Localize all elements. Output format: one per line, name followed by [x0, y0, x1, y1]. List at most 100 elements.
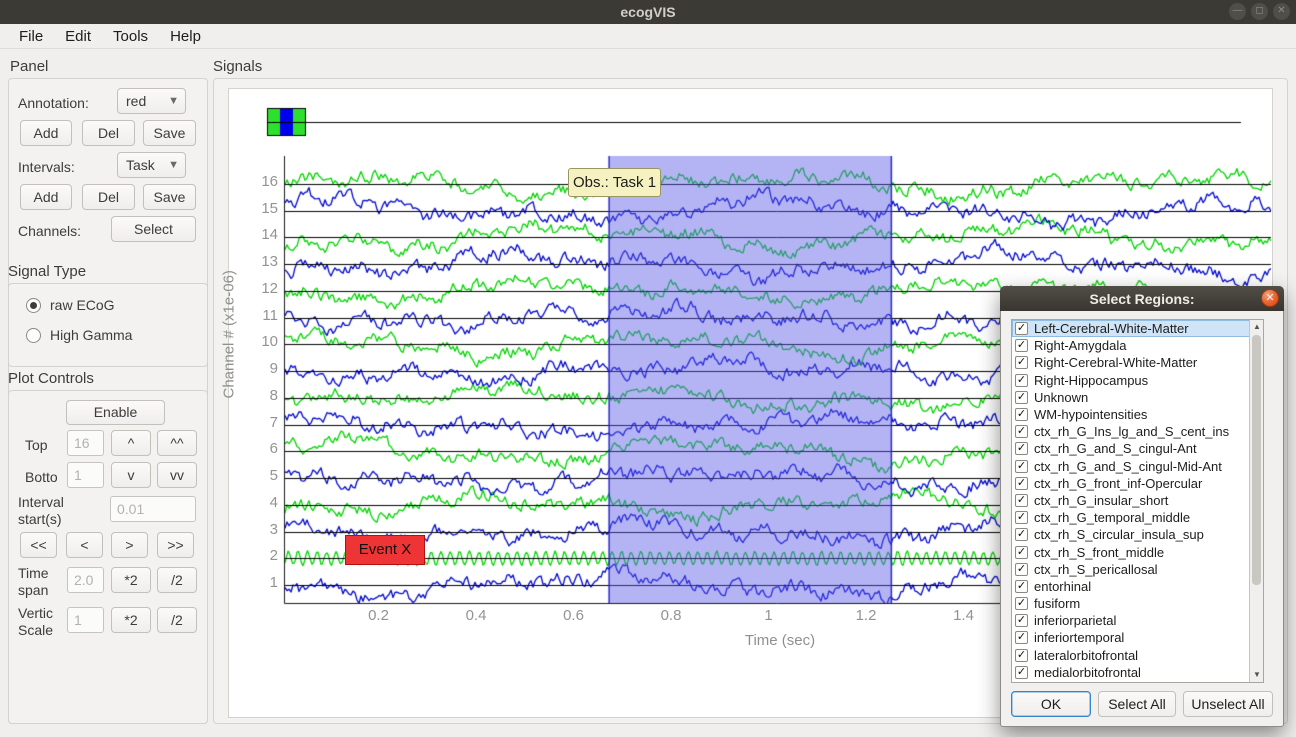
intervals-save-button[interactable]: Save — [143, 184, 196, 210]
time-mul2-button[interactable]: *2 — [111, 567, 151, 593]
region-item[interactable]: ✓Right-Cerebral-White-Matter — [1012, 354, 1263, 371]
dialog-close-icon[interactable]: ✕ — [1261, 289, 1279, 307]
signal-type-caption: Signal Type — [8, 263, 86, 280]
radio-high-gamma[interactable]: High Gamma — [26, 327, 132, 344]
bottom-label: Botto — [25, 469, 58, 486]
region-item[interactable]: ✓medialorbitofrontal — [1012, 664, 1263, 681]
scale-div2-button[interactable]: /2 — [157, 607, 197, 633]
checkbox-icon[interactable]: ✓ — [1015, 563, 1028, 576]
checkbox-icon[interactable]: ✓ — [1015, 511, 1028, 524]
dialog-titlebar[interactable]: Select Regions: ✕ — [1000, 286, 1284, 311]
channel-tick-8: 8 — [240, 387, 278, 404]
channel-tick-14: 14 — [240, 226, 278, 243]
menu-item-help[interactable]: Help — [161, 26, 210, 47]
time-div2-button[interactable]: /2 — [157, 567, 197, 593]
checkbox-icon[interactable]: ✓ — [1015, 477, 1028, 490]
checkbox-icon[interactable]: ✓ — [1015, 649, 1028, 662]
channel-upup-button[interactable]: ^^ — [157, 430, 197, 456]
region-item[interactable]: ✓ctx_rh_S_pericallosal — [1012, 561, 1263, 578]
checkbox-icon[interactable]: ✓ — [1015, 580, 1028, 593]
region-item[interactable]: ✓ctx_rh_G_and_S_cingul-Mid-Ant — [1012, 458, 1263, 475]
checkbox-icon[interactable]: ✓ — [1015, 528, 1028, 541]
event-annotation[interactable]: Event X — [345, 535, 425, 565]
channel-up-button[interactable]: ^ — [111, 430, 151, 456]
region-item[interactable]: ✓Right-Hippocampus — [1012, 372, 1263, 389]
step-back-button[interactable]: < — [66, 532, 103, 558]
region-item[interactable]: ✓inferiorparietal — [1012, 612, 1263, 629]
vertical-scale-field[interactable]: 1 — [67, 607, 104, 633]
checkbox-icon[interactable]: ✓ — [1015, 460, 1028, 473]
channel-tick-13: 13 — [240, 253, 278, 270]
annotation-save-button[interactable]: Save — [143, 120, 196, 146]
step-forward-button[interactable]: > — [111, 532, 148, 558]
intervals-del-button[interactable]: Del — [82, 184, 135, 210]
page-forward-button[interactable]: >> — [157, 532, 194, 558]
channels-select-button[interactable]: Select — [111, 216, 196, 242]
intervals-add-button[interactable]: Add — [20, 184, 72, 210]
region-item[interactable]: ✓WM-hypointensities — [1012, 406, 1263, 423]
interval-start-field[interactable]: 0.01 — [110, 496, 196, 522]
checkbox-icon[interactable]: ✓ — [1015, 356, 1028, 369]
select-all-button[interactable]: Select All — [1098, 691, 1176, 717]
close-icon[interactable]: ✕ — [1273, 3, 1290, 20]
checkbox-icon[interactable]: ✓ — [1015, 631, 1028, 644]
region-item[interactable]: ✓ inferiortemporal — [1012, 629, 1263, 646]
checkbox-icon[interactable]: ✓ — [1015, 614, 1028, 627]
annotation-combo[interactable]: red ▼ — [117, 88, 186, 114]
region-item[interactable]: ✓ fusiform — [1012, 595, 1263, 612]
checkbox-icon[interactable]: ✓ — [1015, 322, 1028, 335]
scroll-down-icon[interactable]: ▼ — [1250, 668, 1264, 682]
region-item[interactable]: ✓ctx_rh_S_circular_insula_sup — [1012, 526, 1263, 543]
channel-tick-3: 3 — [240, 521, 278, 538]
region-item[interactable]: ✓Left-Cerebral-White-Matter — [1012, 320, 1263, 337]
checkbox-icon[interactable]: ✓ — [1015, 666, 1028, 679]
region-item[interactable]: ✓entorhinal — [1012, 578, 1263, 595]
intervals-combo[interactable]: Task ▼ — [117, 152, 186, 178]
region-list[interactable]: ✓Left-Cerebral-White-Matter✓Right-Amygda… — [1011, 319, 1264, 683]
window-titlebar: ecogVIS — ◻ ✕ — [0, 0, 1296, 24]
checkbox-icon[interactable]: ✓ — [1015, 391, 1028, 404]
ok-button[interactable]: OK — [1011, 691, 1091, 717]
region-item[interactable]: ✓ctx_rh_G_and_S_cingul-Ant — [1012, 440, 1263, 457]
radio-raw-ecog[interactable]: raw ECoG — [26, 297, 115, 314]
region-item[interactable]: ✓lateralorbitofrontal — [1012, 647, 1263, 664]
maximize-icon[interactable]: ◻ — [1251, 3, 1268, 20]
scrollbar-thumb[interactable] — [1252, 335, 1261, 585]
select-regions-dialog: Select Regions: ✕ ✓Left-Cerebral-White-M… — [1000, 286, 1284, 727]
region-item[interactable]: ✓ctx_rh_G_temporal_middle — [1012, 509, 1263, 526]
page-back-button[interactable]: << — [20, 532, 57, 558]
region-item[interactable]: ✓ctx_rh_G_Ins_lg_and_S_cent_ins — [1012, 423, 1263, 440]
checkbox-icon[interactable]: ✓ — [1015, 597, 1028, 610]
region-item[interactable]: ✓Right-Amygdala — [1012, 337, 1263, 354]
checkbox-icon[interactable]: ✓ — [1015, 494, 1028, 507]
minimize-icon[interactable]: — — [1229, 3, 1246, 20]
region-name: fusiform — [1034, 596, 1080, 611]
annotation-add-button[interactable]: Add — [20, 120, 72, 146]
channel-downdown-button[interactable]: vv — [157, 462, 197, 488]
region-name: ctx_rh_G_insular_short — [1034, 493, 1168, 508]
bottom-field[interactable]: 1 — [67, 462, 104, 488]
enable-button[interactable]: Enable — [66, 400, 165, 425]
time-span-field[interactable]: 2.0 — [67, 567, 104, 593]
region-item[interactable]: ✓ctx_rh_S_front_middle — [1012, 543, 1263, 560]
menu-item-tools[interactable]: Tools — [104, 26, 157, 47]
menu-item-edit[interactable]: Edit — [56, 26, 100, 47]
scrollbar[interactable]: ▲ ▼ — [1249, 320, 1263, 682]
checkbox-icon[interactable]: ✓ — [1015, 408, 1028, 421]
unselect-all-button[interactable]: Unselect All — [1183, 691, 1273, 717]
region-item[interactable]: ✓Unknown — [1012, 389, 1263, 406]
checkbox-icon[interactable]: ✓ — [1015, 374, 1028, 387]
region-name: inferiortemporal — [1034, 630, 1124, 645]
annotation-del-button[interactable]: Del — [82, 120, 135, 146]
top-field[interactable]: 16 — [67, 430, 104, 456]
checkbox-icon[interactable]: ✓ — [1015, 339, 1028, 352]
menu-item-file[interactable]: File — [10, 26, 52, 47]
channel-down-button[interactable]: v — [111, 462, 151, 488]
scroll-up-icon[interactable]: ▲ — [1250, 320, 1264, 334]
checkbox-icon[interactable]: ✓ — [1015, 425, 1028, 438]
checkbox-icon[interactable]: ✓ — [1015, 442, 1028, 455]
region-item[interactable]: ✓ ctx_rh_G_insular_short — [1012, 492, 1263, 509]
checkbox-icon[interactable]: ✓ — [1015, 546, 1028, 559]
scale-mul2-button[interactable]: *2 — [111, 607, 151, 633]
region-item[interactable]: ✓ctx_rh_G_front_inf-Opercular — [1012, 475, 1263, 492]
